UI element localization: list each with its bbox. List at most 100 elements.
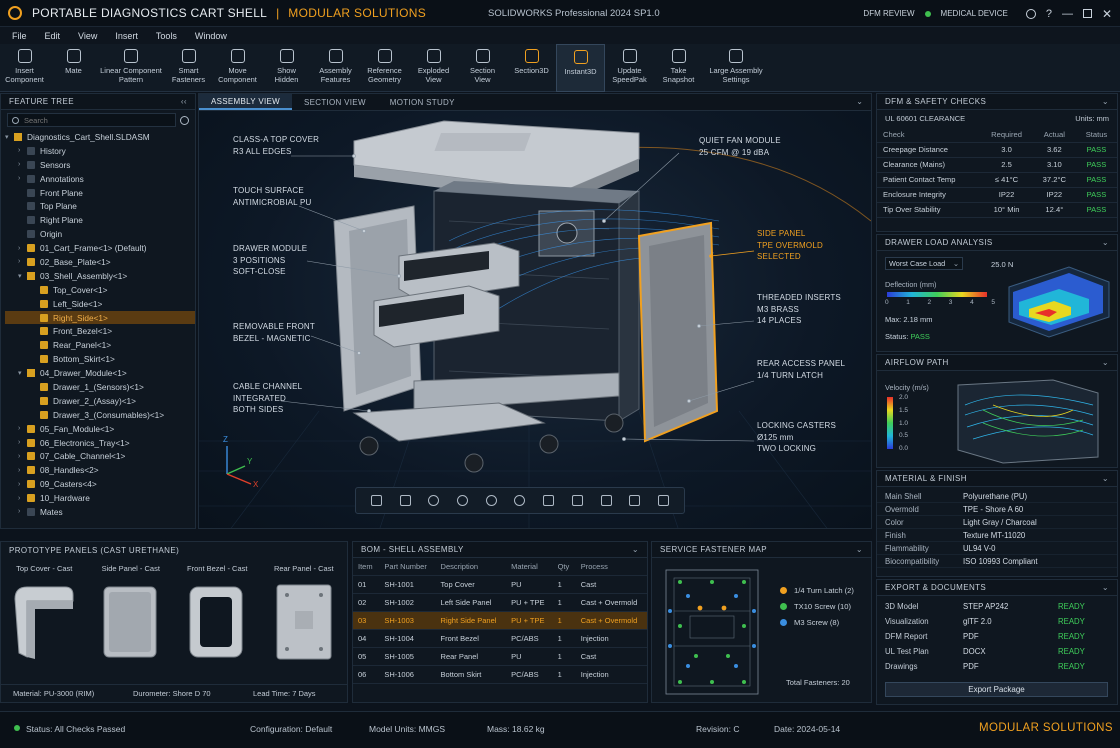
user-icon[interactable] xyxy=(1025,8,1036,19)
section-icon[interactable] xyxy=(543,495,555,506)
toolbar-button-5[interactable]: Show Hidden xyxy=(262,44,311,92)
zoom-in-icon[interactable] xyxy=(457,495,469,506)
drawer-load-chevron-icon[interactable]: ⌄ xyxy=(1102,238,1109,247)
expand-arrow-icon[interactable]: ▾ xyxy=(18,369,27,377)
table-row[interactable]: 04 SH-1004 Front Bezel PC/ABS 1 Injection xyxy=(353,629,647,648)
tree-item[interactable]: › 07_Cable_Channel<1> xyxy=(5,449,195,463)
close-icon[interactable]: ✕ xyxy=(1102,7,1112,21)
export-package-button[interactable]: Export Package xyxy=(885,682,1108,697)
toolbar-button-13[interactable]: Take Snapshot xyxy=(654,44,703,92)
toolbar-button-10[interactable]: Section3D xyxy=(507,44,556,92)
prototype-card[interactable]: Front Bezel - Cast xyxy=(177,564,257,667)
tree-item[interactable]: Top Plane xyxy=(5,199,195,213)
tree-item[interactable]: › Mates xyxy=(5,505,195,519)
expand-arrow-icon[interactable]: › xyxy=(18,481,27,488)
tree-item[interactable]: › 02_Base_Plate<1> xyxy=(5,255,195,269)
tree-item[interactable]: Left_Side<1> xyxy=(5,297,195,311)
toolbar-button-8[interactable]: Exploded View xyxy=(409,44,458,92)
tree-search-box[interactable] xyxy=(7,113,176,127)
toolbar-button-4[interactable]: Move Component xyxy=(213,44,262,92)
help-icon[interactable]: ? xyxy=(1046,8,1052,20)
table-row[interactable]: 06 SH-1006 Bottom Skirt PC/ABS 1 Injection xyxy=(353,665,647,684)
export-row[interactable]: DFM Report PDF READY xyxy=(877,629,1117,644)
expand-arrow-icon[interactable]: › xyxy=(18,175,27,182)
toolbar-button-2[interactable]: Linear Component Pattern xyxy=(98,44,164,92)
tree-item[interactable]: Drawer_2_(Assay)<1> xyxy=(5,394,195,408)
load-case-select[interactable]: Worst Case Load ⌄ xyxy=(885,257,963,270)
expand-arrow-icon[interactable]: › xyxy=(18,425,27,432)
view-orientation-icon[interactable] xyxy=(399,495,411,506)
tab-section-view[interactable]: SECTION VIEW xyxy=(292,94,378,110)
prototype-card[interactable]: Rear Panel - Cast xyxy=(264,564,344,667)
viewport-menu-chevron-icon[interactable]: ⌄ xyxy=(856,97,863,106)
export-chevron-icon[interactable]: ⌄ xyxy=(1102,583,1109,592)
tree-item[interactable]: Right_Side<1> xyxy=(5,310,195,325)
hide-show-icon[interactable] xyxy=(600,495,612,506)
zoom-out-icon[interactable] xyxy=(485,495,497,506)
tab-motion-study[interactable]: MOTION STUDY xyxy=(378,94,467,110)
export-row[interactable]: Drawings PDF READY xyxy=(877,659,1117,674)
expand-arrow-icon[interactable]: › xyxy=(18,467,27,474)
toolbar-button-12[interactable]: Update SpeedPak xyxy=(605,44,654,92)
tree-item[interactable]: › Sensors xyxy=(5,158,195,172)
tree-item[interactable]: Front Plane xyxy=(5,186,195,200)
toolbar-button-7[interactable]: Reference Geometry xyxy=(360,44,409,92)
menu-window[interactable]: Window xyxy=(195,31,227,41)
tree-item[interactable]: › 10_Hardware xyxy=(5,491,195,505)
expand-arrow-icon[interactable]: › xyxy=(18,508,27,515)
3d-viewport[interactable]: ASSEMBLY VIEW SECTION VIEW MOTION STUDY … xyxy=(198,93,872,529)
toolbar-button-6[interactable]: Assembly Features xyxy=(311,44,360,92)
tree-item[interactable]: › 06_Electronics_Tray<1> xyxy=(5,436,195,450)
expand-arrow-icon[interactable]: › xyxy=(18,258,27,265)
expand-arrow-icon[interactable]: › xyxy=(18,439,27,446)
dfm-chevron-icon[interactable]: ⌄ xyxy=(1102,97,1109,106)
tree-item[interactable]: Origin xyxy=(5,227,195,241)
export-row[interactable]: UL Test Plan DOCX READY xyxy=(877,644,1117,659)
toolbar-button-1[interactable]: Mate xyxy=(49,44,98,92)
zoom-area-icon[interactable] xyxy=(428,495,440,506)
tree-item[interactable]: Right Plane xyxy=(5,213,195,227)
expand-arrow-icon[interactable]: › xyxy=(18,453,27,460)
tree-item[interactable]: › 05_Fan_Module<1> xyxy=(5,422,195,436)
zoom-fit-icon[interactable] xyxy=(370,495,382,506)
toolbar-button-3[interactable]: Smart Fasteners xyxy=(164,44,213,92)
expand-arrow-icon[interactable]: ▾ xyxy=(5,133,14,141)
export-row[interactable]: 3D Model STEP AP242 READY xyxy=(877,599,1117,614)
menu-view[interactable]: View xyxy=(78,31,97,41)
expand-arrow-icon[interactable]: › xyxy=(18,245,27,252)
tree-item[interactable]: › History xyxy=(5,144,195,158)
display-style-icon[interactable] xyxy=(571,495,583,506)
fastener-chevron-icon[interactable]: ⌄ xyxy=(856,545,863,554)
airflow-chevron-icon[interactable]: ⌄ xyxy=(1102,358,1109,367)
tree-item[interactable]: Bottom_Skirt<1> xyxy=(5,352,195,366)
tree-item[interactable]: ▾ 04_Drawer_Module<1> xyxy=(5,366,195,380)
tree-item[interactable]: Rear_Panel<1> xyxy=(5,338,195,352)
tree-search-input[interactable] xyxy=(24,115,144,125)
table-row[interactable]: 05 SH-1005 Rear Panel PU 1 Cast xyxy=(353,647,647,666)
tree-item[interactable]: ▾ Diagnostics_Cart_Shell.SLDASM xyxy=(5,130,195,144)
rotate-icon[interactable] xyxy=(514,495,526,506)
menu-edit[interactable]: Edit xyxy=(45,31,61,41)
toolbar-button-14[interactable]: Large Assembly Settings xyxy=(703,44,769,92)
table-row[interactable]: 03 SH-1003 Right Side Panel PU + TPE 1 Cast +… xyxy=(353,611,647,630)
scene-icon[interactable] xyxy=(658,495,670,506)
toolbar-button-11[interactable]: Instant3D xyxy=(556,44,605,92)
tree-item[interactable]: Drawer_3_(Consumables)<1> xyxy=(5,408,195,422)
table-row[interactable]: 01 SH-1001 Top Cover PU 1 Cast xyxy=(353,575,647,594)
toolbar-button-0[interactable]: Insert Component xyxy=(0,44,49,92)
tree-item[interactable]: › 09_Casters<4> xyxy=(5,477,195,491)
tab-assembly-view[interactable]: ASSEMBLY VIEW xyxy=(199,94,292,110)
bom-chevron-icon[interactable]: ⌄ xyxy=(632,545,639,554)
menu-insert[interactable]: Insert xyxy=(115,31,138,41)
tree-item[interactable]: Front_Bezel<1> xyxy=(5,324,195,338)
tree-item[interactable]: Top_Cover<1> xyxy=(5,283,195,297)
material-chevron-icon[interactable]: ⌄ xyxy=(1102,474,1109,483)
tree-item[interactable]: Drawer_1_(Sensors)<1> xyxy=(5,380,195,394)
tree-item[interactable]: ▾ 03_Shell_Assembly<1> xyxy=(5,269,195,283)
table-row[interactable]: 02 SH-1002 Left Side Panel PU + TPE 1 Cast + … xyxy=(353,593,647,612)
menu-file[interactable]: File xyxy=(12,31,27,41)
collapse-icon[interactable]: ‹‹ xyxy=(181,97,187,106)
minimize-icon[interactable]: — xyxy=(1062,8,1073,20)
maximize-icon[interactable] xyxy=(1082,9,1092,18)
export-row[interactable]: Visualization glTF 2.0 READY xyxy=(877,614,1117,629)
